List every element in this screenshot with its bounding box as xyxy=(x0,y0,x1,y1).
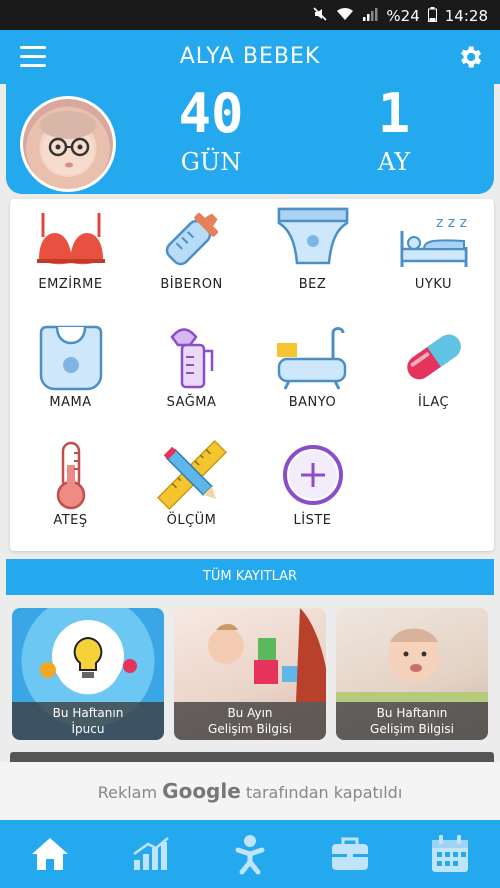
activity-label: LİSTE xyxy=(293,513,332,528)
days-unit: GÜN xyxy=(180,148,242,176)
ad-prefix: Reklam xyxy=(97,783,158,802)
sleep-icon: z z z xyxy=(400,215,467,267)
battery-text: %24 xyxy=(386,7,420,25)
activity-sagma[interactable]: SAĞMA xyxy=(131,317,252,434)
status-bar: %24 14:28 xyxy=(0,0,500,30)
baby-icon xyxy=(235,835,265,875)
home-icon xyxy=(32,838,68,870)
card-caption: Bu Haftanın Gelişim Bilgisi xyxy=(336,702,488,740)
bottom-navigation xyxy=(0,820,500,888)
activity-label: UYKU xyxy=(414,277,453,292)
activity-grid: EMZİRME BİBERON BEZ z z z UYKU MAMA SAĞM… xyxy=(10,199,494,551)
activity-label: MAMA xyxy=(49,395,92,410)
avatar-photo xyxy=(40,111,96,175)
nav-stats[interactable] xyxy=(128,832,172,876)
bottle-icon xyxy=(165,212,218,266)
lightbulb-icon xyxy=(40,620,137,692)
weekly-development-card[interactable]: Bu Haftanın Gelişim Bilgisi xyxy=(336,608,488,740)
ruler-pencil-icon xyxy=(156,439,227,511)
nav-calendar[interactable] xyxy=(428,832,472,876)
baby-photo-image xyxy=(336,628,488,702)
app-title: ALYA BEBEK xyxy=(179,44,321,69)
activity-uyku[interactable]: z z z UYKU xyxy=(373,199,494,316)
breast-pump-icon xyxy=(169,328,213,389)
activity-bez[interactable]: BEZ xyxy=(252,199,373,316)
card-caption-line2: İpucu xyxy=(71,722,105,736)
google-logo: Google xyxy=(162,779,241,803)
thermometer-icon xyxy=(56,441,85,510)
chart-icon xyxy=(133,837,169,870)
months-unit: AY xyxy=(377,148,411,176)
activity-banyo[interactable]: BANYO xyxy=(252,317,373,434)
monthly-development-card[interactable]: Bu Ayın Gelişim Bilgisi xyxy=(174,608,326,740)
nav-home[interactable] xyxy=(28,832,72,876)
briefcase-icon xyxy=(332,837,368,870)
activity-ates[interactable]: ATEŞ xyxy=(10,435,131,552)
age-header: 40 GÜN 1 AY xyxy=(6,84,494,194)
activity-label: İLAÇ xyxy=(417,395,450,410)
nav-baby[interactable] xyxy=(228,832,272,876)
activity-label: BİBERON xyxy=(160,277,223,292)
months-number: 1 xyxy=(377,82,411,145)
card-caption-line2: Gelişim Bilgisi xyxy=(370,722,454,736)
activity-liste[interactable]: LİSTE xyxy=(252,435,373,552)
app-bar: ALYA BEBEK xyxy=(0,30,500,84)
card-caption-line1: Bu Haftanın xyxy=(52,706,124,720)
card-caption: Bu Haftanın İpucu xyxy=(12,702,164,740)
signal-icon xyxy=(362,7,378,25)
card-caption-line1: Bu Haftanın xyxy=(376,706,448,720)
activity-label: ATEŞ xyxy=(53,513,88,528)
bra-icon xyxy=(36,213,105,265)
activity-mama[interactable]: MAMA xyxy=(10,317,131,434)
calendar-icon xyxy=(432,835,468,872)
wifi-icon xyxy=(336,7,354,25)
baby-avatar[interactable] xyxy=(20,96,116,192)
bathtub-icon xyxy=(276,327,346,390)
days-number: 40 xyxy=(178,82,244,145)
mute-icon xyxy=(312,6,328,26)
activity-ilac[interactable]: İLAÇ xyxy=(373,317,494,434)
days-counter: 40 GÜN xyxy=(166,82,256,177)
diaper-icon xyxy=(277,207,348,265)
activity-biberon[interactable]: BİBERON xyxy=(131,199,252,316)
plus-circle-icon xyxy=(282,445,343,505)
months-counter: 1 AY xyxy=(354,82,434,177)
ad-suffix: tarafından kapatıldı xyxy=(245,783,403,802)
activity-label: SAĞMA xyxy=(166,395,217,410)
card-caption-line2: Gelişim Bilgisi xyxy=(208,722,292,736)
gear-icon xyxy=(461,46,482,68)
activity-label: BEZ xyxy=(298,277,327,292)
activity-label: ÖLÇÜM xyxy=(166,513,217,528)
settings-button[interactable] xyxy=(456,43,484,71)
activity-label: EMZİRME xyxy=(38,277,103,292)
activity-emzirme[interactable]: EMZİRME xyxy=(10,199,131,316)
pill-icon xyxy=(406,334,461,380)
baby-blocks-image xyxy=(208,608,326,702)
card-caption-line1: Bu Ayın xyxy=(227,706,273,720)
nav-bag[interactable] xyxy=(328,832,372,876)
ad-banner: Reklam Google tarafından kapatıldı xyxy=(0,762,500,820)
activity-label: BANYO xyxy=(288,395,337,410)
card-caption: Bu Ayın Gelişim Bilgisi xyxy=(174,702,326,740)
activity-olcum[interactable]: ÖLÇÜM xyxy=(131,435,252,552)
clock-time: 14:28 xyxy=(444,7,488,25)
all-records-button[interactable]: TÜM KAYITLAR xyxy=(6,559,494,595)
battery-icon xyxy=(427,6,437,26)
bib-icon xyxy=(39,325,102,391)
svg-text:z z z: z z z xyxy=(436,215,467,231)
weekly-tip-card[interactable]: Bu Haftanın İpucu xyxy=(12,608,164,740)
next-card-peek xyxy=(10,752,494,762)
